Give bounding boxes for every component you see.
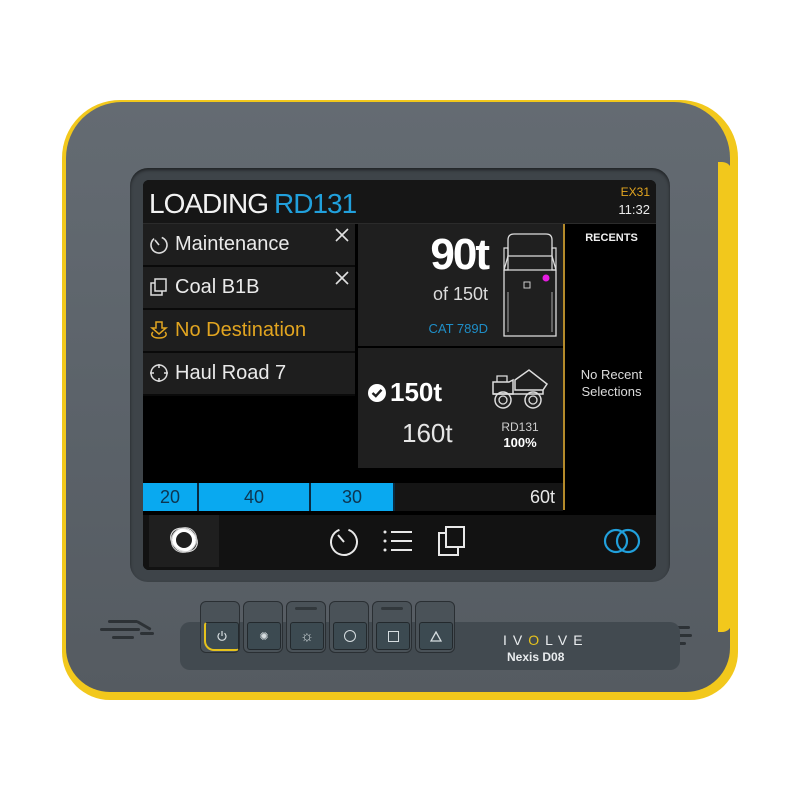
home-button[interactable] <box>149 515 219 567</box>
list-item-maintenance[interactable]: Maintenance <box>143 224 355 267</box>
list-item-destination[interactable]: No Destination <box>143 310 355 353</box>
timer-icon <box>150 236 168 254</box>
brand-logo: IVOLVE <box>503 632 589 648</box>
title-label: LOADING <box>149 188 269 219</box>
truck-fill-percent: 100% <box>503 435 537 450</box>
triangle-button[interactable] <box>415 601 455 653</box>
bumper-strip <box>718 162 732 632</box>
list-item-material[interactable]: Coal B1B <box>143 267 355 310</box>
timer-icon[interactable] <box>326 523 362 559</box>
title-truck-id: RD131 <box>274 188 357 219</box>
truck-model: CAT 789D <box>428 321 489 336</box>
recents-divider <box>563 224 565 510</box>
circle-icon <box>344 630 356 642</box>
list-item-road[interactable]: Haul Road 7 <box>143 353 355 396</box>
bucket-position-marker <box>542 274 550 282</box>
brightness-up-button[interactable]: ☼ <box>286 601 326 653</box>
home-icon <box>170 527 198 553</box>
list-item-label: Haul Road 7 <box>175 362 287 384</box>
current-load: 90t <box>430 230 490 279</box>
square-icon <box>387 630 399 642</box>
pass-segment: 40 <box>199 483 311 511</box>
device-model: Nexis D08 <box>507 650 565 664</box>
load-capacity: of 150t <box>432 284 488 304</box>
brightness-high-icon: ☼ <box>300 627 314 645</box>
brightness-low-icon: ✺ <box>259 630 269 643</box>
close-icon[interactable] <box>333 269 351 287</box>
truck-id: RD131 <box>501 420 539 434</box>
list-item-label: Maintenance <box>175 233 290 255</box>
target-load-value: 150t <box>390 377 443 407</box>
actual-load: 160t <box>402 418 453 448</box>
clock: 11:32 <box>618 202 650 217</box>
truck-top-view-icon <box>503 233 557 337</box>
square-button[interactable] <box>372 601 412 653</box>
remaining-load: 60t <box>529 487 555 507</box>
page-title: LOADING RD131 <box>149 188 357 220</box>
destination-icon <box>149 321 169 339</box>
haul-truck-icon <box>492 369 549 409</box>
brand-logo-mark: O <box>528 632 546 648</box>
pass-segment: 30 <box>311 483 395 511</box>
copy-icon[interactable] <box>434 523 470 559</box>
recents-empty-message: No Recent Selections <box>580 367 643 399</box>
list-item-label: Coal B1B <box>175 276 260 298</box>
bottom-nav <box>143 515 656 570</box>
triangle-icon <box>430 630 442 642</box>
crosshair-icon <box>150 364 168 382</box>
target-panel: 150t 160t RD131 100% <box>358 348 563 468</box>
recents-title: RECENTS <box>585 232 638 244</box>
link-icon[interactable] <box>601 523 643 559</box>
brightness-down-button[interactable]: ✺ <box>243 601 283 653</box>
close-icon[interactable] <box>333 226 351 244</box>
copy-icon <box>150 278 167 296</box>
list-item-label: No Destination <box>175 319 307 341</box>
load-panel: 90t of 150t CAT 789D <box>358 224 563 346</box>
touch-screen: LOADING RD131 EX31 11:32 Maintenance Coal… <box>143 180 656 570</box>
list-icon[interactable] <box>380 523 416 559</box>
unit-id: EX31 <box>620 185 650 199</box>
top-bar: LOADING RD131 EX31 11:32 <box>143 180 656 224</box>
power-icon <box>217 631 227 641</box>
target-load: 150t <box>368 377 442 408</box>
pass-progress-bar: 30 40 20 60t <box>143 483 563 511</box>
power-button[interactable] <box>200 601 240 653</box>
circle-button[interactable] <box>329 601 369 653</box>
check-circle-icon <box>368 383 386 402</box>
pass-segment: 20 <box>143 483 199 511</box>
